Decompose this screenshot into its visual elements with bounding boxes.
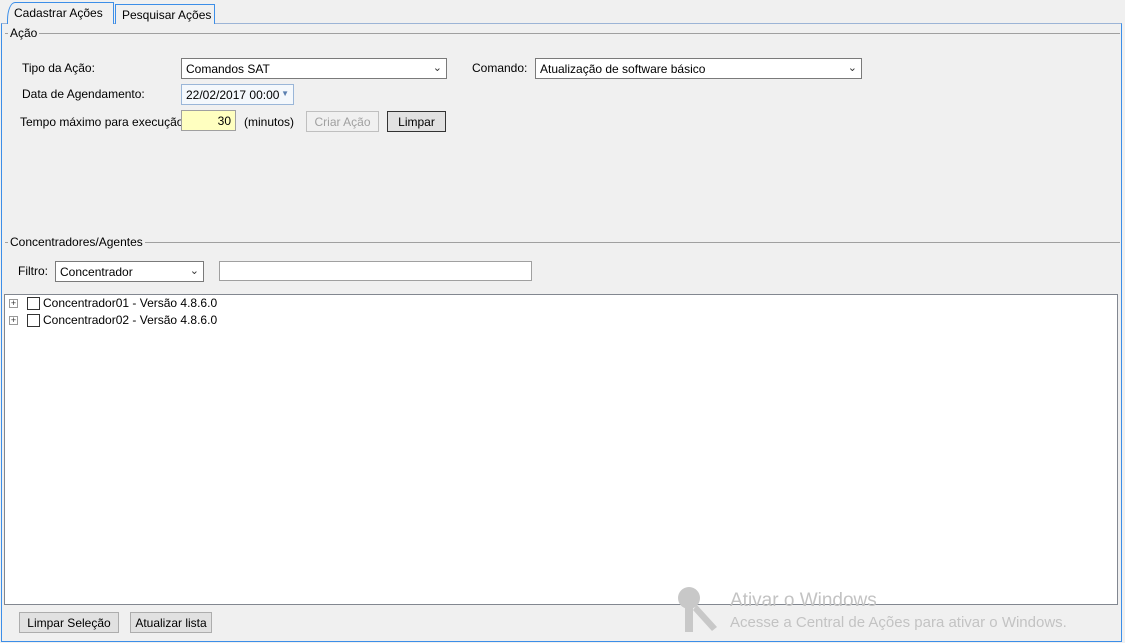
filtro-label: Filtro: bbox=[18, 264, 48, 278]
node-label: Concentrador02 - Versão 4.8.6.0 bbox=[43, 313, 218, 327]
atualizar-lista-button[interactable]: Atualizar lista bbox=[130, 612, 212, 633]
criar-acao-button[interactable]: Criar Ação bbox=[306, 111, 379, 132]
filtro-value: Concentrador bbox=[60, 265, 133, 279]
limpar-selecao-button[interactable]: Limpar Seleção bbox=[19, 612, 119, 633]
limpar-button[interactable]: Limpar bbox=[387, 111, 446, 132]
tempo-maximo-label: Tempo máximo para execução: bbox=[20, 115, 187, 129]
data-agendamento-value: 22/02/2017 00:00 bbox=[186, 88, 280, 102]
tipo-acao-value: Comandos SAT bbox=[186, 62, 270, 76]
key-icon bbox=[678, 587, 717, 632]
tab-cadastrar-acoes[interactable]: Cadastrar Ações bbox=[7, 2, 114, 24]
filtro-combo[interactable]: Concentrador ⌄ bbox=[55, 261, 204, 282]
comando-label: Comando: bbox=[472, 61, 528, 75]
node-checkbox[interactable] bbox=[27, 297, 40, 310]
activate-windows-title: Ativar o Windows bbox=[730, 590, 877, 611]
tab-pesquisar-acoes[interactable]: Pesquisar Ações bbox=[115, 4, 215, 24]
minutos-label: (minutos) bbox=[244, 115, 295, 129]
comando-value: Atualização de software básico bbox=[540, 62, 706, 76]
group-acao-legend: Ação bbox=[8, 26, 40, 40]
node-label: Concentrador01 - Versão 4.8.6.0 bbox=[43, 296, 218, 310]
activate-windows-subtitle: Acesse a Central de Ações para ativar o … bbox=[730, 614, 1067, 631]
tipo-acao-label: Tipo da Ação: bbox=[22, 61, 95, 75]
chevron-down-icon: ⌄ bbox=[432, 62, 442, 74]
data-agendamento-label: Data de Agendamento: bbox=[22, 87, 145, 101]
data-agendamento-picker[interactable]: 22/02/2017 00:00 ▼ bbox=[181, 84, 294, 105]
expand-icon[interactable]: + bbox=[9, 316, 18, 325]
chevron-down-icon: ⌄ bbox=[847, 62, 857, 74]
concentradores-tree[interactable]: + Concentrador01 - Versão 4.8.6.0 + Conc… bbox=[4, 294, 1118, 605]
group-concentradores-legend: Concentradores/Agentes bbox=[8, 235, 145, 249]
filtro-text-input[interactable] bbox=[219, 261, 532, 281]
tempo-maximo-input[interactable]: 30 bbox=[181, 110, 236, 131]
node-checkbox[interactable] bbox=[27, 314, 40, 327]
chevron-down-icon: ⌄ bbox=[189, 265, 199, 277]
comando-combo[interactable]: Atualização de software básico ⌄ bbox=[535, 58, 862, 79]
group-concentradores-line bbox=[5, 242, 1120, 243]
group-acao-line bbox=[5, 33, 1120, 34]
expand-icon[interactable]: + bbox=[9, 299, 18, 308]
tipo-acao-combo[interactable]: Comandos SAT ⌄ bbox=[181, 58, 447, 79]
dropdown-arrow-icon: ▼ bbox=[281, 89, 289, 98]
